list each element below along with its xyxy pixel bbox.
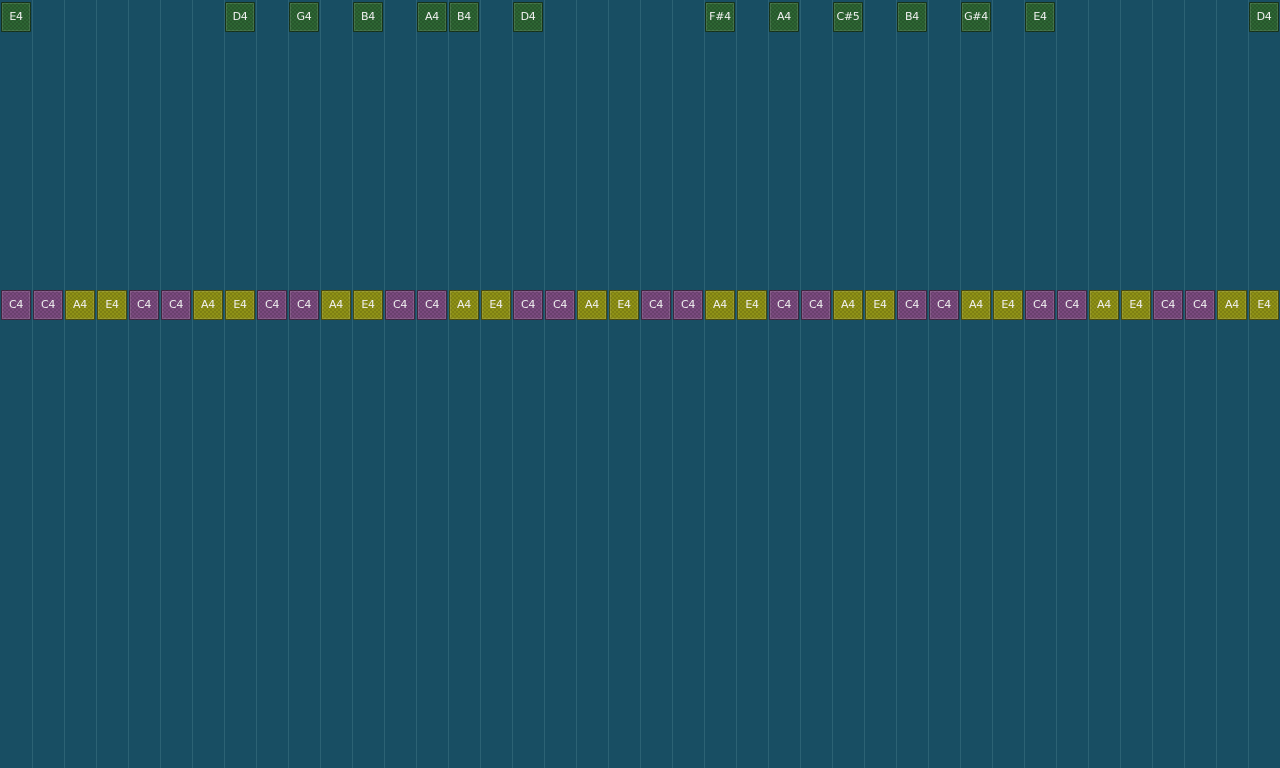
harmony-track-note[interactable]: E4 (865, 290, 895, 320)
harmony-track-note[interactable]: E4 (1121, 290, 1151, 320)
grid-column-divider (160, 0, 161, 768)
grid-column-divider (1152, 0, 1153, 768)
melody-track-note[interactable]: E4 (1025, 2, 1055, 32)
grid-column-divider (832, 0, 833, 768)
grid-column-divider (576, 0, 577, 768)
harmony-track-note[interactable]: C4 (1057, 290, 1087, 320)
grid-column-divider (64, 0, 65, 768)
harmony-track-note[interactable]: A4 (833, 290, 863, 320)
harmony-track-note[interactable]: A4 (961, 290, 991, 320)
harmony-track-note[interactable]: A4 (449, 290, 479, 320)
harmony-track-note[interactable]: C4 (1153, 290, 1183, 320)
melody-track-note[interactable]: D4 (225, 2, 255, 32)
harmony-track-note[interactable]: C4 (897, 290, 927, 320)
grid-column-divider (96, 0, 97, 768)
melody-track-note[interactable]: B4 (897, 2, 927, 32)
grid-column-divider (256, 0, 257, 768)
harmony-track-note[interactable]: E4 (609, 290, 639, 320)
harmony-track-note[interactable]: A4 (65, 290, 95, 320)
harmony-track-note[interactable]: C4 (385, 290, 415, 320)
grid-column-divider (32, 0, 33, 768)
harmony-track-note[interactable]: C4 (801, 290, 831, 320)
harmony-track-note[interactable]: C4 (641, 290, 671, 320)
grid-column-divider (704, 0, 705, 768)
grid-column-divider (128, 0, 129, 768)
melody-track-note[interactable]: F#4 (705, 2, 735, 32)
grid-column-divider (864, 0, 865, 768)
grid-column-divider (928, 0, 929, 768)
harmony-track-note[interactable]: E4 (993, 290, 1023, 320)
harmony-track-note[interactable]: C4 (513, 290, 543, 320)
harmony-track-note[interactable]: A4 (705, 290, 735, 320)
harmony-track-note[interactable]: A4 (577, 290, 607, 320)
harmony-track-note[interactable]: C4 (417, 290, 447, 320)
harmony-track-note[interactable]: E4 (1249, 290, 1279, 320)
harmony-track-note[interactable]: A4 (193, 290, 223, 320)
grid-column-divider (352, 0, 353, 768)
grid-column-divider (960, 0, 961, 768)
melody-track-note[interactable]: A4 (417, 2, 447, 32)
grid-column-divider (1216, 0, 1217, 768)
harmony-track-note[interactable]: C4 (673, 290, 703, 320)
grid-column-divider (224, 0, 225, 768)
grid-column-divider (608, 0, 609, 768)
harmony-track-note[interactable]: C4 (257, 290, 287, 320)
harmony-track-note[interactable]: A4 (1089, 290, 1119, 320)
melody-track-note[interactable]: E4 (1, 2, 31, 32)
harmony-track-note[interactable]: C4 (33, 290, 63, 320)
grid-column-divider (896, 0, 897, 768)
grid-column-divider (1184, 0, 1185, 768)
harmony-track-note[interactable]: E4 (353, 290, 383, 320)
melody-track-note[interactable]: B4 (353, 2, 383, 32)
grid-column-divider (640, 0, 641, 768)
harmony-track-note[interactable]: E4 (97, 290, 127, 320)
grid-column-divider (768, 0, 769, 768)
grid-column-divider (736, 0, 737, 768)
grid-column-divider (288, 0, 289, 768)
grid-column-divider (1088, 0, 1089, 768)
melody-track-note[interactable]: G#4 (961, 2, 991, 32)
grid-column-divider (512, 0, 513, 768)
harmony-track-note[interactable]: A4 (1217, 290, 1247, 320)
grid-column-divider (384, 0, 385, 768)
harmony-track-note[interactable]: C4 (1, 290, 31, 320)
harmony-track-note[interactable]: C4 (289, 290, 319, 320)
harmony-track-note[interactable]: E4 (225, 290, 255, 320)
melody-track-note[interactable]: D4 (1249, 2, 1279, 32)
grid-column-divider (1056, 0, 1057, 768)
grid-column-divider (992, 0, 993, 768)
harmony-track-note[interactable]: A4 (321, 290, 351, 320)
harmony-track-note[interactable]: C4 (929, 290, 959, 320)
melody-track-note[interactable]: G4 (289, 2, 319, 32)
harmony-track-note[interactable]: C4 (129, 290, 159, 320)
grid-column-divider (800, 0, 801, 768)
grid-column-divider (1120, 0, 1121, 768)
melody-track-note[interactable]: B4 (449, 2, 479, 32)
harmony-track-note[interactable]: C4 (161, 290, 191, 320)
harmony-track-note[interactable]: C4 (1185, 290, 1215, 320)
harmony-track-note[interactable]: C4 (769, 290, 799, 320)
harmony-track-note[interactable]: C4 (1025, 290, 1055, 320)
harmony-track-note[interactable]: E4 (481, 290, 511, 320)
grid-column-divider (544, 0, 545, 768)
grid-column-divider (192, 0, 193, 768)
grid-column-divider (672, 0, 673, 768)
harmony-track-note[interactable]: C4 (545, 290, 575, 320)
melody-track-note[interactable]: A4 (769, 2, 799, 32)
grid-column-divider (480, 0, 481, 768)
grid-column-divider (1024, 0, 1025, 768)
melody-track-note[interactable]: C#5 (833, 2, 863, 32)
grid-column-divider (448, 0, 449, 768)
grid-column-divider (416, 0, 417, 768)
sequencer-canvas[interactable]: E4 D4 G4 B4 A4 B4 D4 F#4 A4 C#5 B4 G#4 E4 D4 C4 C4 A4 E4… (0, 0, 1280, 768)
grid-column-divider (1248, 0, 1249, 768)
grid-column-divider (320, 0, 321, 768)
harmony-track-note[interactable]: E4 (737, 290, 767, 320)
melody-track-note[interactable]: D4 (513, 2, 543, 32)
